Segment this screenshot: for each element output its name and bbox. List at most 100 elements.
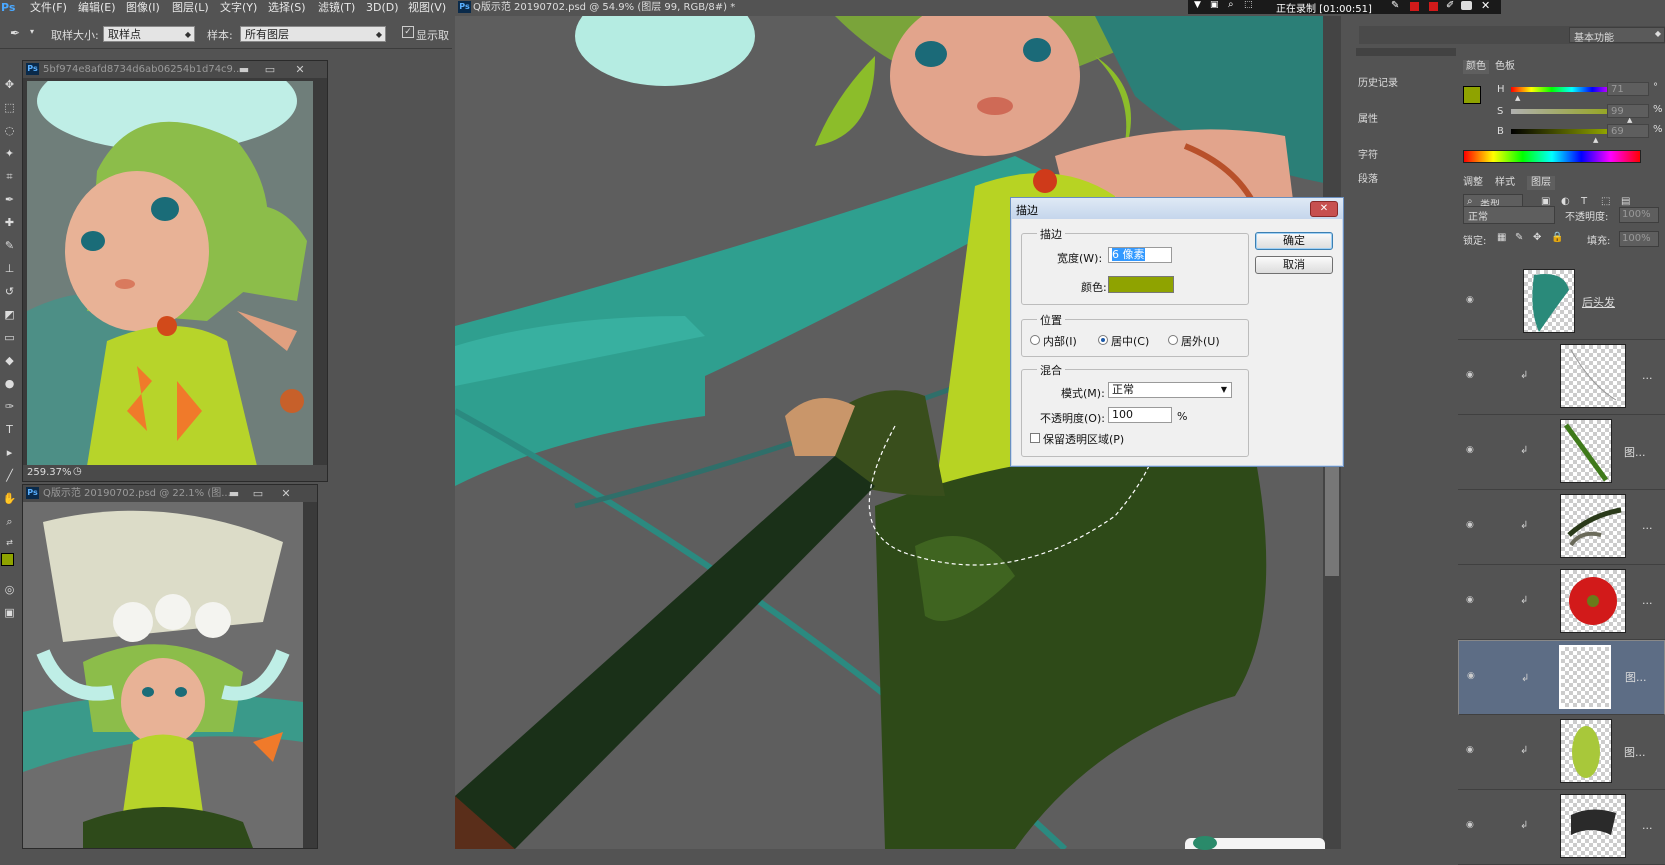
- layer-thumbnail[interactable]: [1560, 494, 1626, 558]
- menu-3d[interactable]: 3D(D): [366, 0, 399, 15]
- zoom-icon[interactable]: ⌕: [1228, 0, 1234, 10]
- layer-row[interactable]: ◉ 后头发: [1458, 265, 1665, 340]
- screen-mode-icon[interactable]: ▣: [2, 605, 17, 620]
- eraser-tool-icon[interactable]: ◩: [2, 307, 17, 322]
- opacity-field[interactable]: 100%: [1619, 207, 1659, 223]
- sample-select[interactable]: 所有图层 ◆: [240, 26, 386, 42]
- lasso-tool-icon[interactable]: ◌: [2, 123, 17, 138]
- minimize-icon[interactable]: ▬: [237, 61, 251, 78]
- layer-row[interactable]: ◉ ↲ ...: [1458, 790, 1665, 865]
- stop-icon[interactable]: [1429, 2, 1438, 11]
- menu-layer[interactable]: 图层(L): [172, 0, 209, 15]
- menu-file[interactable]: 文件(F): [30, 0, 67, 15]
- hand-tool-icon[interactable]: ✋: [2, 491, 17, 506]
- eye-icon[interactable]: ◉: [1466, 446, 1476, 455]
- layer-name[interactable]: 图...: [1624, 444, 1646, 460]
- eye-icon[interactable]: ◉: [1466, 821, 1476, 830]
- healing-brush-icon[interactable]: ✚: [2, 215, 17, 230]
- eye-icon[interactable]: ◉: [1466, 371, 1476, 380]
- document-window-reference[interactable]: Ps 5bf974e8afd8734d6ab06254b1d74c9... ▬ …: [22, 60, 328, 482]
- mode-select[interactable]: 正常 ▼: [1108, 382, 1232, 398]
- layer-row[interactable]: ◉ ↲ 图...: [1458, 415, 1665, 490]
- type-tool-icon[interactable]: T: [2, 422, 17, 437]
- layer-row-selected[interactable]: ◉ ↲ 图...: [1458, 640, 1665, 715]
- stamp-tool-icon[interactable]: ⊥: [2, 261, 17, 276]
- lock-all-icon[interactable]: 🔒: [1551, 232, 1563, 243]
- minimize-icon[interactable]: ▬: [227, 485, 241, 502]
- blur-tool-icon[interactable]: ◆: [2, 353, 17, 368]
- history-panel-tab[interactable]: 历史记录: [1358, 74, 1398, 89]
- menu-filter[interactable]: 滤镜(T): [318, 0, 355, 15]
- layer-row[interactable]: ◉ ↲ 图...: [1458, 715, 1665, 790]
- document-window-overview[interactable]: Ps Q版示范 20190702.psd @ 22.1% (图... ▬ ▭ ✕: [22, 484, 318, 849]
- fill-field[interactable]: 100%: [1619, 231, 1659, 247]
- menu-image[interactable]: 图像(I): [126, 0, 160, 15]
- brightness-value[interactable]: 69: [1607, 124, 1649, 138]
- outside-label[interactable]: 居外(U): [1181, 333, 1220, 349]
- layer-thumbnail[interactable]: [1560, 794, 1626, 858]
- brush-icon[interactable]: ✐: [1446, 0, 1454, 11]
- menu-edit[interactable]: 编辑(E): [78, 0, 116, 15]
- pause-icon[interactable]: [1410, 2, 1419, 11]
- chevron-down-icon[interactable]: ▾: [30, 27, 34, 36]
- floating-widget[interactable]: [1185, 836, 1325, 850]
- lock-paint-icon[interactable]: ✎: [1515, 232, 1523, 243]
- filter-type-icon[interactable]: T: [1581, 196, 1587, 207]
- camera-icon[interactable]: [1461, 1, 1472, 10]
- menu-type[interactable]: 文字(Y): [220, 0, 257, 15]
- blend-mode-select[interactable]: 正常: [1463, 206, 1555, 224]
- hue-value[interactable]: 71: [1607, 82, 1649, 96]
- line-tool-icon[interactable]: ╱: [2, 468, 17, 483]
- menu-select[interactable]: 选择(S): [268, 0, 306, 15]
- layer-name[interactable]: ...: [1642, 819, 1653, 832]
- show-ring-checkbox[interactable]: ✓: [402, 26, 414, 38]
- pen-tool-icon[interactable]: ✑: [2, 399, 17, 414]
- slider-handle-icon[interactable]: ▲: [1515, 94, 1520, 102]
- inside-radio[interactable]: [1030, 335, 1040, 345]
- menu-view[interactable]: 视图(V): [408, 0, 446, 15]
- layer-row[interactable]: ◉ ↲ ...: [1458, 565, 1665, 640]
- eye-icon[interactable]: ◉: [1466, 521, 1476, 530]
- adjustments-tab[interactable]: 调整: [1463, 176, 1483, 190]
- marquee-tool-icon[interactable]: ⬚: [2, 100, 17, 115]
- main-document-tab[interactable]: Ps Q版示范 20190702.psd @ 54.9% (图层 99, RGB…: [455, 0, 1185, 15]
- filter-smart-icon[interactable]: ▤: [1621, 196, 1630, 207]
- crop-icon[interactable]: ⬚: [1244, 0, 1253, 10]
- ok-button[interactable]: 确定: [1255, 232, 1333, 250]
- brush-tool-icon[interactable]: ✎: [2, 238, 17, 253]
- layer-name[interactable]: 图...: [1625, 670, 1647, 686]
- outside-radio[interactable]: [1168, 335, 1178, 345]
- layer-thumbnail[interactable]: [1560, 344, 1626, 408]
- document-title-bar[interactable]: Ps Q版示范 20190702.psd @ 22.1% (图...: [23, 485, 317, 502]
- layer-name[interactable]: ...: [1642, 594, 1653, 607]
- layer-thumbnail[interactable]: [1559, 645, 1611, 709]
- lock-transparency-icon[interactable]: ▦: [1497, 232, 1506, 243]
- width-input[interactable]: 6 像素: [1108, 247, 1172, 263]
- sample-size-select[interactable]: 取样点 ◆: [103, 26, 195, 42]
- history-brush-icon[interactable]: ↺: [2, 284, 17, 299]
- foreground-color-swatch[interactable]: [1, 553, 14, 566]
- layer-name[interactable]: 后头发: [1582, 294, 1615, 310]
- character-panel-tab[interactable]: 字符: [1358, 146, 1378, 161]
- close-icon[interactable]: ✕: [1481, 0, 1490, 12]
- lock-move-icon[interactable]: ✥: [1533, 232, 1541, 243]
- gradient-tool-icon[interactable]: ▭: [2, 330, 17, 345]
- eye-icon[interactable]: ◉: [1466, 296, 1476, 305]
- magic-wand-icon[interactable]: ✦: [2, 146, 17, 161]
- layer-thumbnail[interactable]: [1523, 269, 1575, 333]
- color-tab[interactable]: 颜色: [1463, 60, 1489, 74]
- maximize-icon[interactable]: ▭: [263, 61, 277, 78]
- styles-tab[interactable]: 样式: [1495, 176, 1515, 190]
- eye-icon[interactable]: ◉: [1466, 746, 1476, 755]
- saturation-value[interactable]: 99: [1607, 104, 1649, 118]
- preserve-transparency-label[interactable]: 保留透明区域(P): [1043, 431, 1124, 447]
- layer-name[interactable]: ...: [1642, 369, 1653, 382]
- eye-icon[interactable]: ◉: [1466, 596, 1476, 605]
- paragraph-panel-tab[interactable]: 段落: [1358, 170, 1378, 185]
- zoom-tool-icon[interactable]: ⌕: [2, 514, 17, 529]
- layer-name[interactable]: ...: [1642, 519, 1653, 532]
- path-select-icon[interactable]: ▸: [2, 445, 17, 460]
- stroke-color-swatch[interactable]: [1108, 276, 1174, 293]
- inside-label[interactable]: 内部(I): [1043, 333, 1077, 349]
- opacity-input[interactable]: 100: [1108, 407, 1172, 423]
